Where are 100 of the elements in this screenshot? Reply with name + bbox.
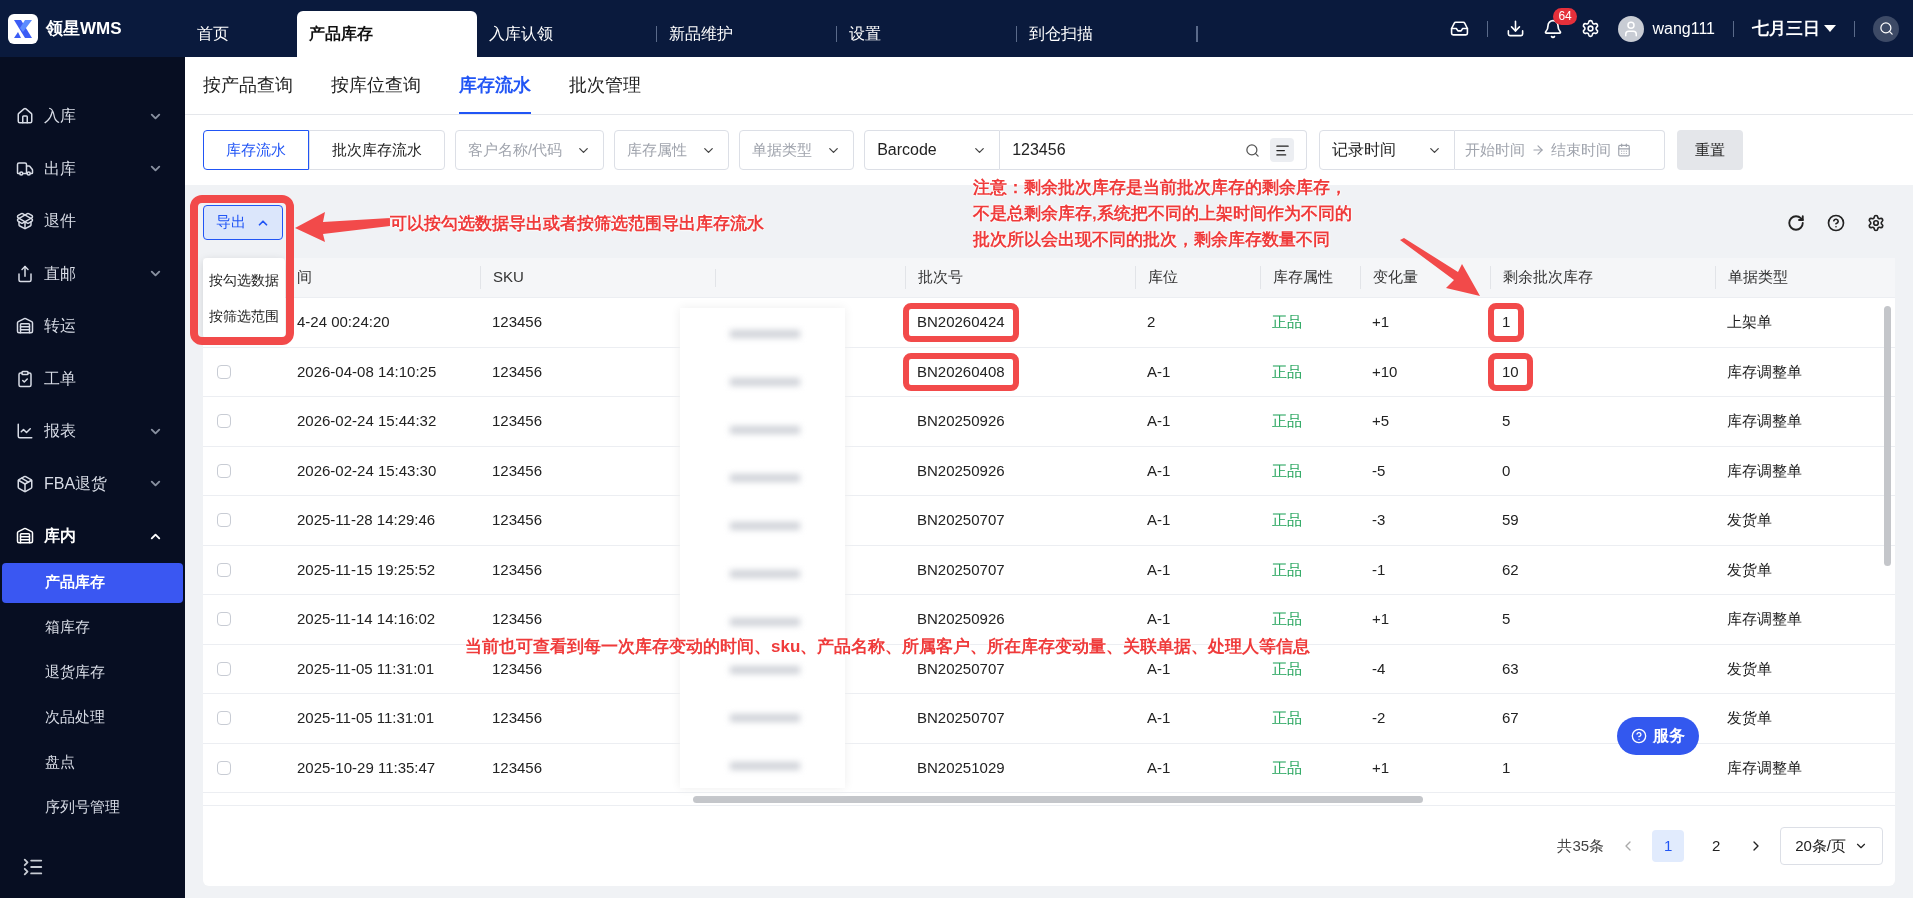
remaining-cell: 1 [1488,303,1525,342]
doc-type-cell: 发货单 [1727,560,1772,578]
page-button[interactable]: 1 [1652,830,1685,862]
attribute-cell: 正品 [1272,560,1302,578]
search-icon[interactable] [1245,142,1261,158]
search-icon[interactable] [1873,15,1899,42]
doc-type-cell: 库存调整单 [1727,461,1802,479]
inbox-icon[interactable] [1450,19,1470,38]
row-checkbox[interactable] [217,364,231,379]
notification-badge: 64 [1553,7,1577,25]
time-type-select[interactable]: 记录时间 [1319,130,1456,170]
export-menu-item[interactable]: 按勾选数据 [203,262,285,298]
sidebar-subitem[interactable]: 产品库存 [2,562,183,603]
remaining-cell: 0 [1502,461,1511,479]
doc-type-cell: 发货单 [1727,511,1772,528]
reset-button[interactable]: 重置 [1677,130,1744,170]
help-icon[interactable] [1827,213,1845,232]
collapse-menu-icon[interactable] [22,856,44,878]
time-cell: 2025-11-15 19:25:52 [297,560,436,578]
row-checkbox[interactable] [217,612,231,627]
location-cell: A-1 [1147,362,1171,380]
page-size-select[interactable]: 20条/页 [1780,827,1883,865]
export-button[interactable]: 导出 [203,205,283,240]
horizontal-scrollbar[interactable] [693,795,1423,803]
vertical-scrollbar[interactable] [1884,306,1891,566]
menu-icon [16,474,34,493]
sidebar-item[interactable]: 库内 [0,510,185,563]
time-cell: 2026-02-24 15:43:30 [297,461,437,479]
attribute-cell: 正品 [1272,511,1302,528]
sidebar-item[interactable]: 转运 [0,300,185,353]
nav-tab[interactable]: 产品库存 [297,11,477,57]
change-cell: +5 [1372,412,1390,429]
row-checkbox[interactable] [217,711,231,726]
nav-tab[interactable]: 设置 [837,11,1016,57]
sidebar-item[interactable]: 入库 [0,90,185,143]
time-cell: 2025-11-05 11:31:01 [297,709,435,726]
row-checkbox[interactable] [217,562,231,577]
user-name[interactable]: wang111 [1652,16,1715,41]
row-checkbox[interactable] [217,414,231,429]
page-button[interactable]: 2 [1700,830,1733,862]
remaining-cell: 10 [1488,352,1533,391]
doc-type-cell: 库存调整单 [1727,758,1802,776]
sub-tab[interactable]: 按产品查询 [203,56,293,114]
sidebar-item[interactable]: 直邮 [0,247,185,300]
batch-cell: BN20250707 [917,511,1005,528]
filter-lines-icon[interactable] [1270,138,1295,162]
row-checkbox[interactable] [217,513,231,528]
sidebar-subitem[interactable]: 退货库存 [2,652,183,693]
sidebar-subitem[interactable]: 次品处理 [2,697,183,738]
sidebar-item[interactable]: 退件 [0,195,185,248]
row-checkbox[interactable] [217,760,231,775]
service-button[interactable]: 服务 [1617,717,1699,755]
sub-tab[interactable]: 按库位查询 [331,56,421,114]
store-selector[interactable]: 七月三日 [1752,15,1836,42]
batch-cell: BN20260424 [903,303,1019,342]
app-name: 领星WMS [46,17,122,40]
settings-icon[interactable] [1867,213,1885,232]
avatar-icon[interactable] [1618,15,1645,42]
change-cell: +10 [1372,362,1398,380]
notification-icon[interactable] [1543,18,1564,39]
nav-tab[interactable]: 入库认领 [477,11,656,57]
attribute-cell: 正品 [1272,412,1302,429]
sidebar-subitem[interactable]: 序列号管理 [2,787,183,828]
sidebar-item[interactable]: 出库 [0,142,185,195]
sidebar-subitem[interactable]: 盘点 [2,742,183,783]
annotation-text: 注意：剩余批次库存是当前批次库存的剩余库存， 不是总剩余库存,系统把不同的上架时间作为不同的 批次所以会出现不同的批次，剩余库存数量不同 [973,177,1352,251]
row-checkbox[interactable] [217,661,231,676]
nav-tab[interactable]: 首页 [185,11,297,57]
row-checkbox[interactable] [217,463,231,478]
nav-tab[interactable]: 新品维护 [657,11,836,57]
sidebar-item[interactable]: FBA退货 [0,457,185,510]
batch-cell: BN20250707 [917,560,1005,578]
refresh-icon[interactable] [1787,213,1805,232]
menu-icon [16,212,34,231]
location-cell: A-1 [1147,758,1171,776]
total-count: 共35条 [1557,835,1605,856]
change-cell: -2 [1372,709,1386,726]
location-cell: A-1 [1147,709,1171,726]
change-cell: +1 [1372,610,1390,627]
sidebar-item[interactable]: 工单 [0,352,185,405]
export-menu-item[interactable]: 按筛选范围 [203,298,285,334]
sub-tab[interactable]: 批次管理 [569,56,641,114]
sku-cell: 123456 [492,709,543,726]
download-icon[interactable] [1506,19,1526,38]
batch-cell: BN20251029 [917,758,1005,776]
search-field[interactable]: 123456 [1000,130,1308,170]
nav-tab[interactable]: 到仓扫描 [1017,11,1196,57]
batch-cell: BN20250707 [917,659,1005,677]
menu-icon [16,264,34,283]
sku-cell: 123456 [492,659,543,677]
location-cell: A-1 [1147,560,1171,578]
search-type-select[interactable]: Barcode [864,130,1001,170]
settings-icon[interactable] [1581,19,1601,38]
mode-toggle[interactable]: 库存流水 [203,130,309,170]
mode-toggle[interactable]: 批次库存流水 [309,130,445,170]
sku-cell: 123456 [492,313,543,330]
sidebar-item[interactable]: 报表 [0,405,185,458]
menu-icon [16,159,34,178]
sidebar-subitem[interactable]: 箱库存 [2,607,183,648]
remaining-cell: 63 [1502,659,1519,677]
